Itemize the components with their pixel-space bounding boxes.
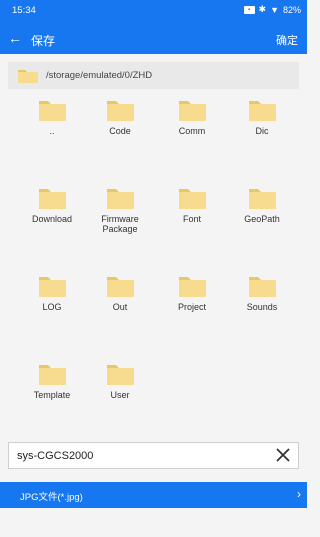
file-type-selector[interactable]: JPG文件(*.jpg) › (0, 482, 307, 508)
folder-icon (38, 277, 66, 297)
folder-label: GeoPath (244, 214, 280, 224)
folder-icon (38, 101, 66, 121)
confirm-button[interactable]: 确定 (276, 32, 298, 48)
back-arrow-icon[interactable]: ← (8, 31, 22, 45)
folder-icon (38, 189, 66, 209)
folder-item[interactable]: Dic (232, 99, 292, 136)
filename-field[interactable] (8, 442, 299, 469)
folder-icon (106, 189, 134, 209)
folder-item[interactable]: User (90, 363, 150, 400)
folder-label: Project (177, 302, 206, 312)
folder-label: Template (33, 390, 71, 400)
folder-item[interactable]: Comm (162, 99, 222, 136)
folder-item[interactable]: Code (90, 99, 150, 136)
status-icons: ▪ ✱ ▼ 82% (243, 4, 301, 15)
folder-label: Code (109, 126, 131, 136)
app-header: 15:34 ▪ ✱ ▼ 82% ← 保存 确定 (0, 0, 307, 54)
folder-icon (18, 70, 38, 83)
folder-icon (248, 189, 276, 209)
folder-label: Firmware Package (101, 214, 139, 234)
folder-item[interactable]: .. (22, 99, 82, 136)
folder-label: Out (112, 302, 128, 312)
chevron-right-icon: › (297, 487, 301, 501)
status-time: 15:34 (12, 5, 36, 16)
file-type-label: JPG文件(*.jpg) (20, 492, 83, 503)
folder-label: User (110, 390, 130, 400)
folder-icon (106, 365, 134, 385)
folder-icon (38, 365, 66, 385)
folder-item[interactable]: Download (22, 187, 82, 224)
folder-label: Download (31, 214, 73, 224)
folder-item[interactable]: LOG (22, 275, 82, 312)
path-breadcrumb: /storage/emulated/0/ZHD (8, 62, 299, 89)
folder-item[interactable]: Template (22, 363, 82, 400)
folder-label: LOG (42, 302, 62, 312)
filename-input[interactable] (17, 448, 257, 464)
folder-item[interactable]: GeoPath (232, 187, 292, 224)
folder-icon (248, 277, 276, 297)
folder-item[interactable]: Firmware Package (90, 187, 150, 234)
bluetooth-icon: ✱ (258, 4, 267, 14)
folder-item[interactable]: Project (162, 275, 222, 312)
folder-label: Dic (255, 126, 269, 136)
page-title: 保存 (31, 34, 56, 48)
folder-icon (178, 101, 206, 121)
battery-level: 82% (282, 4, 301, 15)
wifi-icon: ▼ (270, 4, 279, 15)
clear-icon[interactable] (274, 446, 292, 464)
folder-label: Sounds (246, 302, 278, 312)
folder-icon (178, 189, 206, 209)
folder-icon (106, 101, 134, 121)
current-path: /storage/emulated/0/ZHD (46, 70, 153, 81)
folder-item[interactable]: Out (90, 275, 150, 312)
folder-icon (248, 101, 276, 121)
folder-icon (178, 277, 206, 297)
folder-icon (106, 277, 134, 297)
folder-label: Comm (178, 126, 206, 136)
folder-label: Font (182, 214, 201, 224)
folder-label: .. (49, 126, 55, 136)
sim-icon: ▪ (243, 5, 255, 14)
folder-item[interactable]: Sounds (232, 275, 292, 312)
folder-item[interactable]: Font (162, 187, 222, 224)
